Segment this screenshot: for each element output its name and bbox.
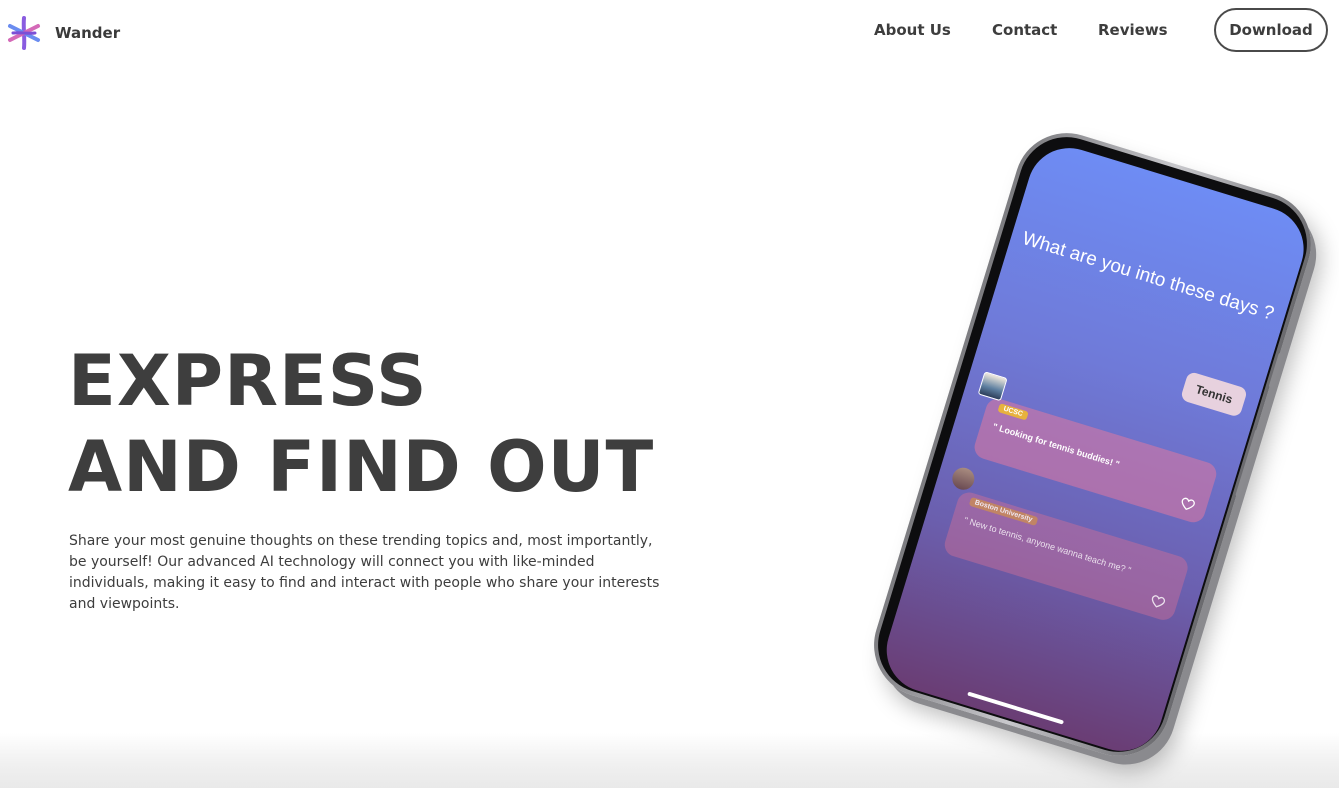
hero-title-line-1: EXPRESS: [68, 340, 428, 422]
heart-icon: [1151, 595, 1166, 608]
brand-name: Wander: [55, 24, 121, 42]
phone-mockup: What are you into these days ? Tennis UC…: [861, 120, 1324, 769]
heart-icon: [1181, 497, 1195, 510]
nav-reviews[interactable]: Reviews: [1098, 21, 1168, 39]
landing-page: Wander About Us Contact Reviews Download…: [0, 0, 1339, 788]
avatar: [949, 464, 978, 493]
avatar: [977, 371, 1008, 402]
site-header: Wander About Us Contact Reviews Download: [0, 0, 1339, 64]
nav-contact[interactable]: Contact: [992, 21, 1057, 39]
screen-question: What are you into these days ?: [1019, 228, 1277, 325]
post-text: " New to tennis, anyone wanna teach me? …: [962, 515, 1133, 576]
asterisk-logo-icon: [8, 16, 40, 50]
brand[interactable]: Wander: [6, 15, 120, 51]
hero-description: Share your most genuine thoughts on thes…: [69, 533, 660, 612]
school-tag: UCSC: [997, 403, 1029, 421]
hero-title-line-2: AND FIND OUT: [68, 426, 655, 508]
hero-title: EXPRESS AND FIND OUT: [68, 338, 654, 510]
home-indicator: [967, 691, 1064, 725]
post-text: " Looking for tennis buddies! ": [991, 421, 1121, 470]
nav-about-us[interactable]: About Us: [874, 21, 951, 39]
interest-chip: Tennis: [1180, 370, 1249, 418]
download-button[interactable]: Download: [1214, 8, 1328, 52]
